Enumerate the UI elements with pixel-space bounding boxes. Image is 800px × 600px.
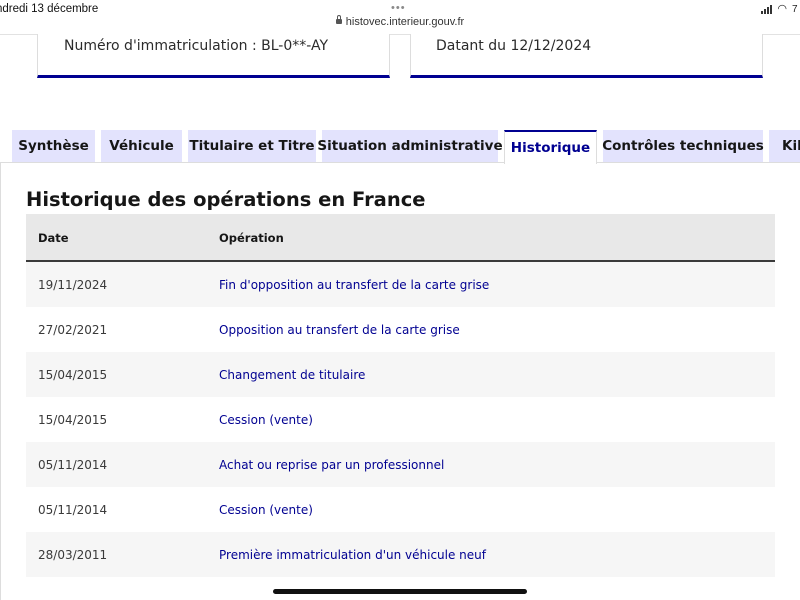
- header-operation: Opération: [219, 231, 284, 245]
- row-date: 28/03/2011: [38, 548, 108, 562]
- table-row: 15/04/2015 Changement de titulaire: [26, 352, 775, 397]
- tab-synthese[interactable]: Synthèse: [12, 130, 95, 162]
- status-date: ndredi 13 décembre: [0, 3, 99, 15]
- row-operation: Achat ou reprise par un professionnel: [219, 458, 445, 472]
- url-text: histovec.interieur.gouv.fr: [345, 16, 465, 28]
- report-date-card: Datant du 12/12/2024: [410, 34, 763, 78]
- row-operation: Fin d'opposition au transfert de la cart…: [219, 278, 490, 292]
- report-date: Datant du 12/12/2024: [436, 38, 592, 54]
- lock-icon: [335, 15, 342, 24]
- address-bar[interactable]: histovec.interieur.gouv.fr: [0, 15, 800, 28]
- row-date: 15/04/2015: [38, 368, 108, 382]
- row-date: 15/04/2015: [38, 413, 108, 427]
- row-operation: Opposition au transfert de la carte gris…: [219, 323, 460, 337]
- header-date: Date: [38, 231, 69, 245]
- battery-percent: 7: [792, 3, 798, 15]
- row-date: 27/02/2021: [38, 323, 108, 337]
- table-row: 28/03/2011 Première immatriculation d'un…: [26, 532, 775, 577]
- table-row: 05/11/2014 Cession (vente): [26, 487, 775, 532]
- system-icons: ◠ 7: [761, 3, 800, 15]
- tab-titulaire[interactable]: Titulaire et Titre: [188, 130, 316, 162]
- more-dots-icon[interactable]: •••: [391, 2, 406, 14]
- table-row: 15/04/2015 Cession (vente): [26, 397, 775, 442]
- row-date: 05/11/2014: [38, 458, 108, 472]
- table-row: 05/11/2014 Achat ou reprise par un profe…: [26, 442, 775, 487]
- home-indicator[interactable]: [273, 589, 527, 594]
- row-operation: Première immatriculation d'un véhicule n…: [219, 548, 486, 562]
- status-bar: ndredi 13 décembre ••• histovec.interieu…: [0, 0, 800, 35]
- tab-historique[interactable]: Historique: [504, 130, 597, 164]
- row-date: 19/11/2024: [38, 278, 108, 292]
- history-table: Date Opération 19/11/2024 Fin d'oppositi…: [26, 214, 775, 577]
- section-title: Historique des opérations en France: [26, 188, 426, 211]
- signal-icon: [761, 4, 773, 14]
- tab-controles-techniques[interactable]: Contrôles techniques: [602, 130, 764, 162]
- table-header: Date Opération: [26, 214, 775, 262]
- registration-card: Numéro d'immatriculation : BL-0**-AY: [37, 34, 390, 78]
- row-date: 05/11/2014: [38, 503, 108, 517]
- tab-vehicule[interactable]: Véhicule: [101, 130, 182, 162]
- registration-number: Numéro d'immatriculation : BL-0**-AY: [64, 38, 329, 54]
- wifi-icon: ◠: [777, 3, 787, 15]
- tab-situation-administrative[interactable]: Situation administrative: [317, 130, 503, 162]
- table-row: 19/11/2024 Fin d'opposition au transfert…: [26, 262, 775, 307]
- table-row: 27/02/2021 Opposition au transfert de la…: [26, 307, 775, 352]
- row-operation: Cession (vente): [219, 413, 313, 427]
- tab-kilometrage[interactable]: Kilo: [769, 130, 800, 162]
- row-operation: Changement de titulaire: [219, 368, 366, 382]
- row-operation: Cession (vente): [219, 503, 313, 517]
